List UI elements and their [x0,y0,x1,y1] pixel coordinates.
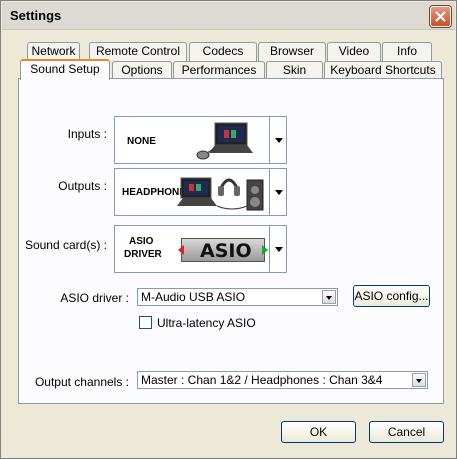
tab-video[interactable]: Video [327,42,381,61]
window-title: Settings [10,8,62,23]
chevron-down-icon[interactable] [412,373,426,387]
output-channels-value: Master : Chan 1&2 / Headphones : Chan 3&… [141,373,383,387]
ultra-latency-label: Ultra-latency ASIO [157,316,256,330]
output-channels-select[interactable]: Master : Chan 1&2 / Headphones : Chan 3&… [137,371,428,389]
outputs-label: Outputs : [58,179,107,193]
ok-button[interactable]: OK [281,421,356,443]
inputs-dropdown-arrow[interactable] [269,116,287,164]
inputs-selector[interactable]: NONE [114,116,269,164]
chevron-down-icon[interactable] [322,290,336,304]
outputs-dropdown-arrow[interactable] [269,168,287,216]
ultra-latency-checkbox[interactable] [139,316,152,329]
laptop-icon [196,122,253,160]
sound-card-selector[interactable]: ASIO DRIVER ASIO [114,225,269,273]
asio-logo: ASIO [178,238,268,262]
cancel-button[interactable]: Cancel [369,421,444,443]
inputs-label: Inputs : [67,127,107,141]
sound-card-value-line1: ASIO [129,236,154,247]
asio-driver-value: M-Audio USB ASIO [141,290,246,304]
sound-card-value-line2: DRIVER [124,249,162,260]
tab-sound-setup[interactable]: Sound Setup [20,59,110,80]
sound-setup-panel: Inputs : NONE Outputs : HEADPHONES Sound… [18,78,444,404]
sound-card-label: Sound card(s) : [24,238,107,252]
close-icon [435,11,446,22]
outputs-selector[interactable]: HEADPHONES [114,168,269,216]
tab-browser[interactable]: Browser [258,42,326,61]
title-bar: Settings [2,2,455,30]
tab-info[interactable]: Info [382,42,432,61]
laptop-headphones-speaker-icon [177,177,264,211]
asio-config-button[interactable]: ASIO config... [353,285,430,307]
asio-driver-label: ASIO driver : [60,291,129,305]
sound-card-dropdown-arrow[interactable] [269,225,287,273]
close-button[interactable] [430,6,451,27]
settings-window: Settings Network Remote Control Codecs B… [0,0,457,459]
tab-codecs[interactable]: Codecs [189,42,257,61]
inputs-value: NONE [127,136,156,147]
asio-driver-select[interactable]: M-Audio USB ASIO [137,288,338,306]
output-channels-label: Output channels : [34,375,129,389]
